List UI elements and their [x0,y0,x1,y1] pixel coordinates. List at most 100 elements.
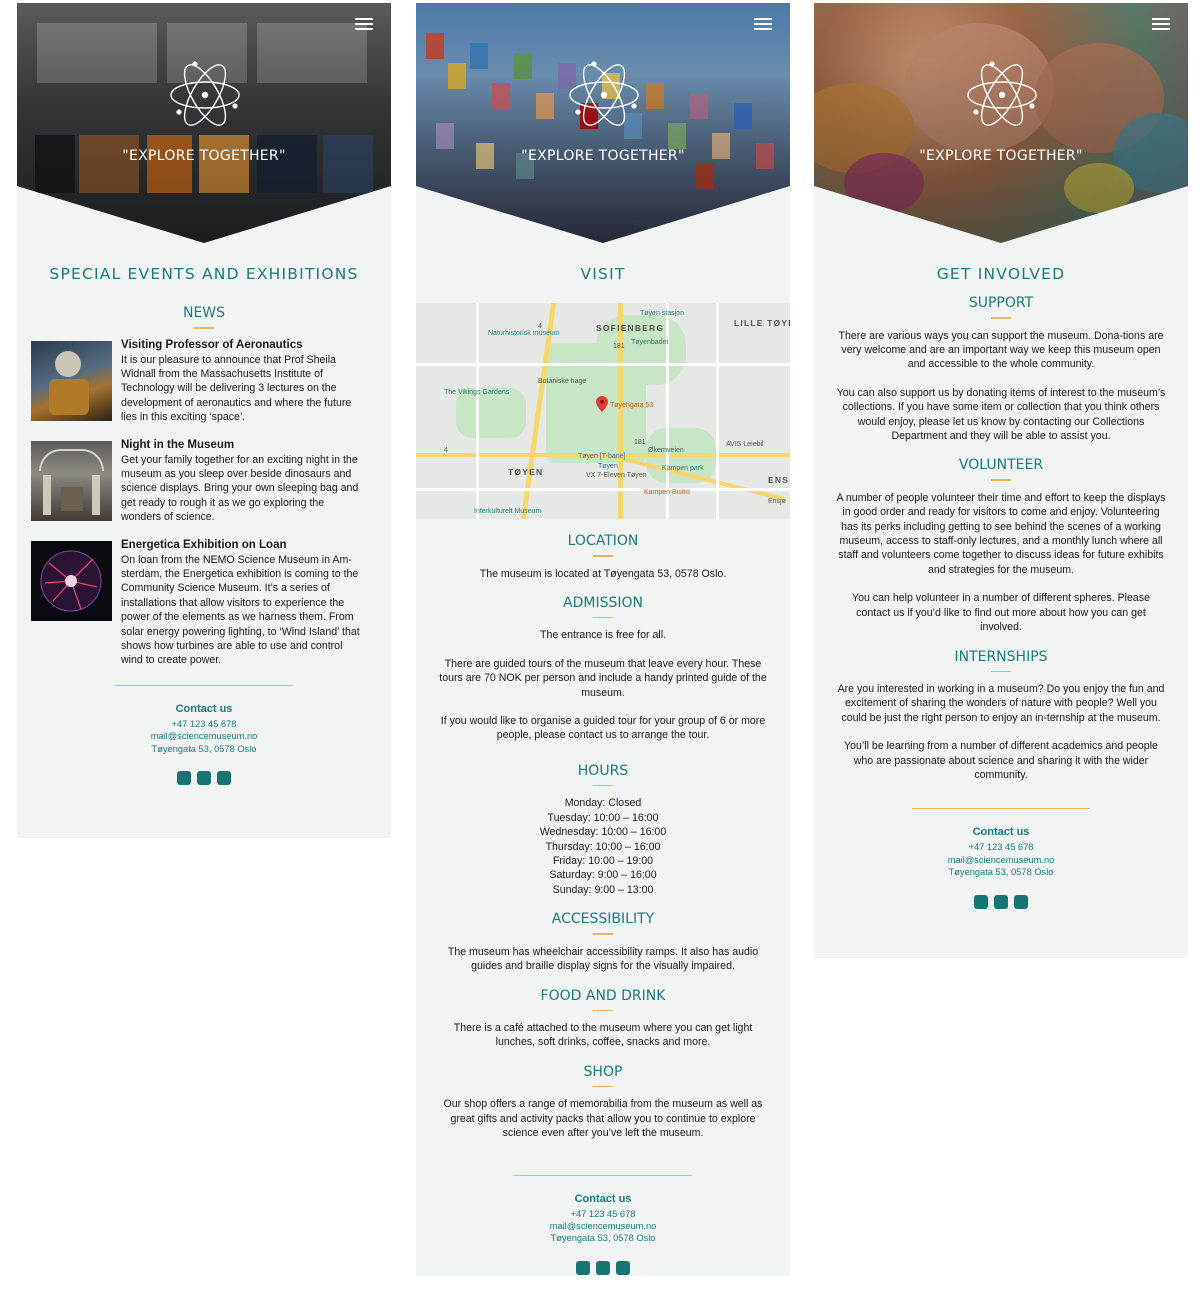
contact-block: Contact us +47 123 45 678 mail@sciencemu… [814,826,1188,878]
social-links [814,894,1188,909]
hamburger-menu-icon[interactable] [355,18,373,30]
map-pin-icon[interactable] [596,396,608,412]
news-heading[interactable]: Night in the Museum [121,439,361,451]
map-label: Tøyen stasjon [640,310,684,317]
contact-email[interactable]: mail@sciencemuseum.no [17,730,391,742]
section-paragraph: You can also support us by donating item… [836,386,1166,442]
map-label: Tøyen [T-bane] [578,453,626,460]
news-thumbnail[interactable] [31,340,112,421]
section-title-admission: ADMISSION [563,594,643,611]
news-screen: "EXPLORE TOGETHER" SPECIAL EVENTS AND EX… [17,3,391,838]
page-title: GET INVOLVED [936,265,1066,283]
news-list: Visiting Professor of Aeronautics It is … [17,339,391,668]
contact-title: Contact us [574,1192,632,1205]
social-links [416,1260,790,1275]
map-label: Kampen Bistro [644,489,690,496]
section-title-hours: HOURS [577,762,629,779]
location-map[interactable]: Tøyen stasjon Naturhistorisk museum SOFI… [416,303,790,519]
social-icon[interactable] [994,894,1008,909]
section-paragraph: The entrance is free for all. [539,629,666,642]
map-label: SOFIENBERG [596,323,665,333]
section-paragraph: There is a café attached to the museum w… [453,1022,753,1049]
social-icon[interactable] [217,771,231,786]
news-item[interactable]: Night in the Museum Get your family toge… [31,439,391,525]
contact-phone[interactable]: +47 123 45 678 [814,841,1188,853]
section-title-support: SUPPORT [968,295,1034,311]
map-label: AVIS Leiebil [726,441,764,448]
social-icon[interactable] [974,894,988,909]
map-label: Tøyen [598,463,618,470]
opening-hours: Monday: Closed Tuesday: 10:00 – 16:00 We… [539,797,667,896]
news-body: On loan from the NEMO Science Museum in … [121,553,360,667]
section-paragraph: Our shop offers a range of memorabilia f… [443,1098,763,1140]
map-label: Ensjø [768,498,786,505]
social-icon[interactable] [616,1260,630,1275]
hero-banner: "EXPLORE TOGETHER" [416,3,790,243]
map-label: Tøyengata 53 [610,402,654,409]
section-title-accessibility: ACCESSIBILITY [551,911,655,928]
atom-logo-icon [170,61,240,126]
news-item[interactable]: Visiting Professor of Aeronautics It is … [31,339,391,425]
section-title-food: FOOD AND DRINK [540,987,666,1004]
section-paragraph: There are various ways you can support t… [838,329,1164,371]
social-icon[interactable] [197,771,211,786]
hero-tagline: "EXPLORE TOGETHER" [122,148,286,164]
section-paragraph: You’ll be learning from a number of diff… [844,740,1158,782]
section-title-news: NEWS [182,305,226,321]
footer-divider [115,684,293,686]
section-paragraph: There are guided tours of the museum tha… [439,657,767,699]
section-divider [991,317,1011,319]
news-body: It is our pleasure to announce that Prof… [121,353,352,424]
get-involved-screen: "EXPLORE TOGETHER" GET INVOLVED SUPPORT … [814,3,1188,958]
social-links [17,771,391,786]
map-label: Tøyenbadet [631,339,669,346]
involve-sections: SUPPORT There are various ways you can s… [814,295,1188,782]
section-divider [991,479,1011,481]
hero-banner: "EXPLORE TOGETHER" [17,3,391,243]
map-label: 181 [634,439,646,446]
contact-block: Contact us +47 123 45 678 mail@sciencemu… [416,1193,790,1245]
footer-divider [912,808,1090,810]
contact-email[interactable]: mail@sciencemuseum.no [814,854,1188,866]
contact-title: Contact us [175,702,233,715]
contact-phone[interactable]: +47 123 45 678 [416,1208,790,1220]
hamburger-menu-icon[interactable] [754,18,772,30]
section-divider [194,327,214,329]
social-icon[interactable] [177,771,191,786]
section-title-volunteer: VOLUNTEER [958,457,1044,474]
news-thumbnail[interactable] [31,440,112,521]
section-divider [593,933,613,935]
contact-block: Contact us +47 123 45 678 mail@sciencemu… [17,703,391,755]
visit-screen: "EXPLORE TOGETHER" VISIT Tøyen stasjon N… [416,3,790,1276]
section-divider [593,1085,613,1088]
atom-logo-icon [967,61,1037,126]
social-icon[interactable] [576,1260,590,1275]
section-divider [593,1009,613,1011]
section-paragraph: If you would like to organise a guided t… [440,715,766,742]
map-label: TØYEN [508,467,544,477]
map-label: Naturhistorisk museum [488,330,560,337]
atom-logo-icon [569,61,639,126]
contact-email[interactable]: mail@sciencemuseum.no [416,1220,790,1232]
hamburger-menu-icon[interactable] [1152,18,1170,30]
section-divider [593,784,613,787]
hero-tagline: "EXPLORE TOGETHER" [919,148,1083,164]
map-label: Økernveien [648,447,684,454]
news-heading[interactable]: Energetica Exhibition on Loan [121,539,361,551]
social-icon[interactable] [1014,894,1028,909]
contact-phone[interactable]: +47 123 45 678 [17,718,391,730]
social-icon[interactable] [596,1260,610,1275]
map-label: Interkulturelt Museum [474,508,542,515]
section-title-location: LOCATION [567,533,639,549]
section-title-internships: INTERNSHIPS [954,648,1048,665]
news-thumbnail[interactable] [31,540,112,621]
section-divider [593,555,613,557]
hero-tagline: "EXPLORE TOGETHER" [521,148,685,164]
map-label: 181 [613,343,625,350]
news-heading[interactable]: Visiting Professor of Aeronautics [121,339,361,351]
section-paragraph: The museum has wheelchair accessibility … [447,945,759,973]
contact-address: Tøyengata 53, 0578 Oslo [151,743,257,754]
section-paragraph: Are you interested in working in a museu… [837,683,1165,724]
map-label: Botaniske hage [538,378,587,385]
news-item[interactable]: Energetica Exhibition on Loan On loan fr… [31,539,391,668]
